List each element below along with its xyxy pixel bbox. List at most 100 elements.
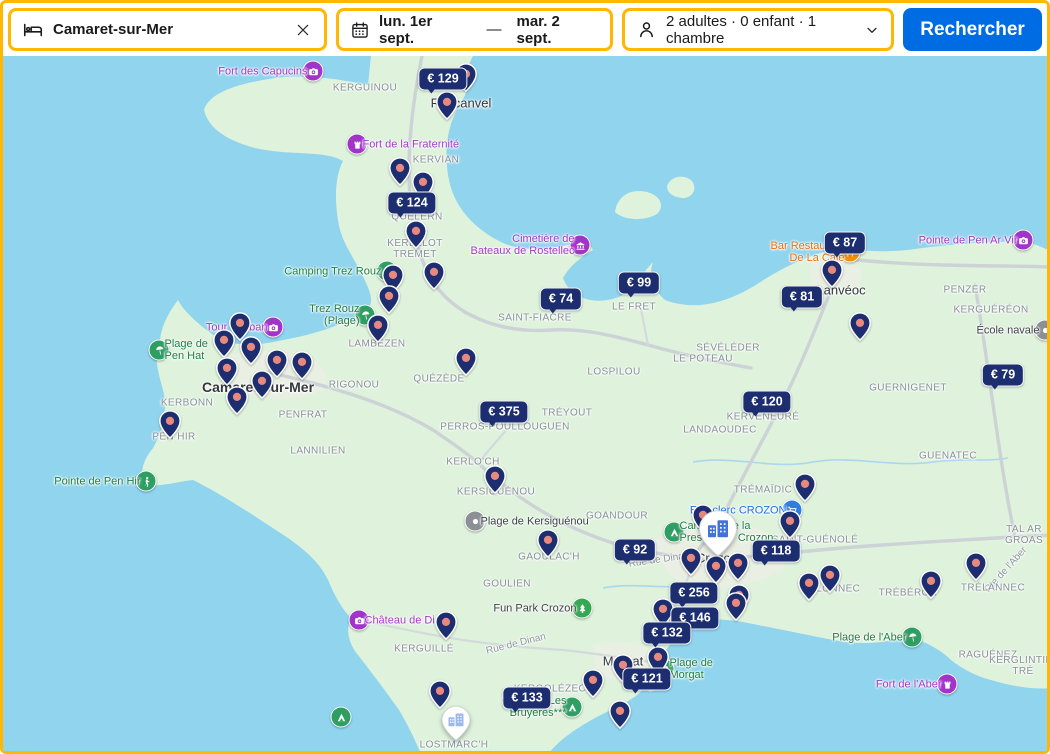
hotel-price-marker[interactable]: € 120 [742,391,791,414]
hotel-pin-marker[interactable] [920,570,942,604]
poi-camping-southwest[interactable] [331,707,352,728]
poi-label: Camping Trez Rouz [284,265,381,278]
hotel-pin-marker[interactable] [819,564,841,598]
camping-icon[interactable] [331,707,352,728]
poi-camping-les-bruyeres[interactable]: Camping Les Bruyères*** [562,697,583,718]
poi-label: Fort des Capucins [218,65,307,78]
hotel-pin-marker[interactable] [405,220,427,254]
hotel-pin-marker[interactable] [849,312,871,346]
poi-plage-de-l-aber[interactable]: Plage de l'Aber [902,627,923,648]
poi-cimetiere-de-bateaux-de-rostellec[interactable]: Cimetière de Bateaux de Rostellec [570,235,591,256]
poi-label: Fort de l'Aber [876,678,942,691]
poi-plage-de-kersiguenou[interactable]: Plage de Kersiguénou [465,511,486,532]
poi-label: Plage de Morgat [670,657,713,682]
hotel-price-marker[interactable]: € 132 [642,622,691,645]
selected-hotel-marker[interactable] [698,509,738,562]
area-label: TRÉMAÏDIC [734,485,793,496]
area-label: LE POTEAU [673,354,733,365]
area-label: LANNILIEN [290,446,345,457]
hotel-price-marker[interactable]: € 81 [781,286,823,309]
poi-label: École navale [977,324,1040,337]
poi-label: Plage de Pen Hat [165,338,208,363]
booking-map-window: Camaret-sur-Mer lun. 1er sept. — mar. 2 … [0,0,1050,754]
hotel-pin-marker[interactable] [609,700,631,734]
hotel-price-marker[interactable]: € 118 [752,540,801,563]
chevron-down-icon [864,22,880,38]
hotel-pin-marker[interactable] [821,259,843,293]
poi-pointe-de-pen-hir[interactable]: Pointe de Pen Hir [136,471,157,492]
hotel-pin-marker[interactable] [291,351,313,385]
hotel-price-marker[interactable]: € 124 [387,192,436,215]
hotel-pin-marker[interactable] [423,261,445,295]
search-bar: Camaret-sur-Mer lun. 1er sept. — mar. 2 … [3,3,1047,56]
hotel-pin-marker[interactable] [435,611,457,645]
poi-fort-de-l-aber[interactable]: Fort de l'Aber [937,674,958,695]
area-label: RIGONOU [329,380,380,391]
hotel-price-marker[interactable]: € 74 [540,288,582,311]
hotel-pin-marker[interactable] [455,347,477,381]
poi-label: Fort de la Fraternité [363,138,460,151]
destination-value: Camaret-sur-Mer [53,21,173,38]
hotel-pin-marker[interactable] [794,473,816,507]
area-label: PENFRAT [279,410,328,421]
area-label: KERGUINOU [333,83,397,94]
poi-label: Plage de Kersiguénou [481,515,589,528]
area-label: KERGUILLÉ [394,644,454,655]
hotel-price-marker[interactable]: € 87 [824,232,866,255]
hotel-pin-marker[interactable] [240,336,262,370]
poi-fort-de-la-fraternite[interactable]: Fort de la Fraternité [347,134,368,155]
checkout-date: mar. 2 sept. [517,13,600,47]
area-label: GUERNIGENET [869,383,947,394]
hotel-pin-marker[interactable] [251,370,273,404]
hotel-price-marker[interactable]: € 256 [669,582,718,605]
poi-chateau-de-dinan[interactable]: Château de Dinan [349,610,370,631]
area-label: GOULIEN [483,579,531,590]
dates-field[interactable]: lun. 1er sept. — mar. 2 sept. [336,8,613,51]
hotel-price-marker[interactable]: € 375 [479,401,528,424]
search-button[interactable]: Rechercher [903,8,1042,51]
poi-plage-de-pen-hat[interactable]: Plage de Pen Hat [149,340,170,361]
checkin-date: lun. 1er sept. [379,13,472,47]
street-label: Rue de Dinan [485,631,547,656]
hotel-pin-marker[interactable] [159,410,181,444]
calendar-icon [350,20,370,40]
hotel-pin-marker[interactable] [537,529,559,563]
close-icon[interactable] [293,20,313,40]
hotel-price-marker[interactable]: € 121 [622,668,671,691]
occupancy-field[interactable]: 2 adultes · 0 enfant · 1 chambre [622,8,894,51]
hotel-pin-marker[interactable] [965,552,987,586]
hotel-pin-marker[interactable] [226,386,248,420]
hotel-price-marker[interactable]: € 92 [614,539,656,562]
hotel-pin-marker[interactable] [725,592,747,626]
area-label: GUENATEC [919,451,977,462]
area-label: KERGUÉRÉON [953,305,1028,316]
area-label: KERBONN [161,398,213,409]
hotel-pin-marker[interactable] [389,157,411,191]
hotel-price-marker[interactable]: € 133 [502,687,551,710]
viewed-hotel-marker[interactable] [441,705,471,746]
poi-camping-de-la-presqu-ile-crozon[interactable]: Camping de la Presqu'île - Crozon [664,522,685,543]
hotel-price-marker[interactable]: € 129 [418,68,467,91]
hotel-price-marker[interactable]: € 99 [618,272,660,295]
hotel-pin-marker[interactable] [582,669,604,703]
hotel-pin-marker[interactable] [436,91,458,125]
area-label: LANDAOUDEC [683,425,756,436]
poi-ecole-navale[interactable]: École navale [1035,320,1048,341]
poi-pointe-de-pen-ar-vir[interactable]: Pointe de Pen Ar Vir [1013,230,1034,251]
hotel-pin-marker[interactable] [798,572,820,606]
hotel-pin-marker[interactable] [367,314,389,348]
hotel-price-marker[interactable]: € 79 [982,364,1024,387]
poi-fun-park-crozon[interactable]: Fun Park Crozon [572,598,593,619]
destination-field[interactable]: Camaret-sur-Mer [8,8,327,51]
map-markers-layer: Rue de DinanRue de DinanRte de l'AberKER… [3,56,1047,751]
map-canvas[interactable]: Rue de DinanRue de DinanRte de l'AberKER… [3,56,1047,751]
poi-label: Cimetière de Bateaux de Rostellec [471,233,575,258]
poi-fort-des-capucins[interactable]: Fort des Capucins [303,61,324,82]
area-label: TRÉYOUT [542,408,593,419]
hotel-pin-marker[interactable] [484,465,506,499]
area-label: KERVIAN [413,155,460,166]
occupancy-value: 2 adultes · 0 enfant · 1 chambre [666,13,855,47]
poi-tour-vauban[interactable]: Tour Vauban [263,317,284,338]
area-label: GOANDOUR [586,511,648,522]
area-label: TAL AR GROAS [1005,524,1043,546]
